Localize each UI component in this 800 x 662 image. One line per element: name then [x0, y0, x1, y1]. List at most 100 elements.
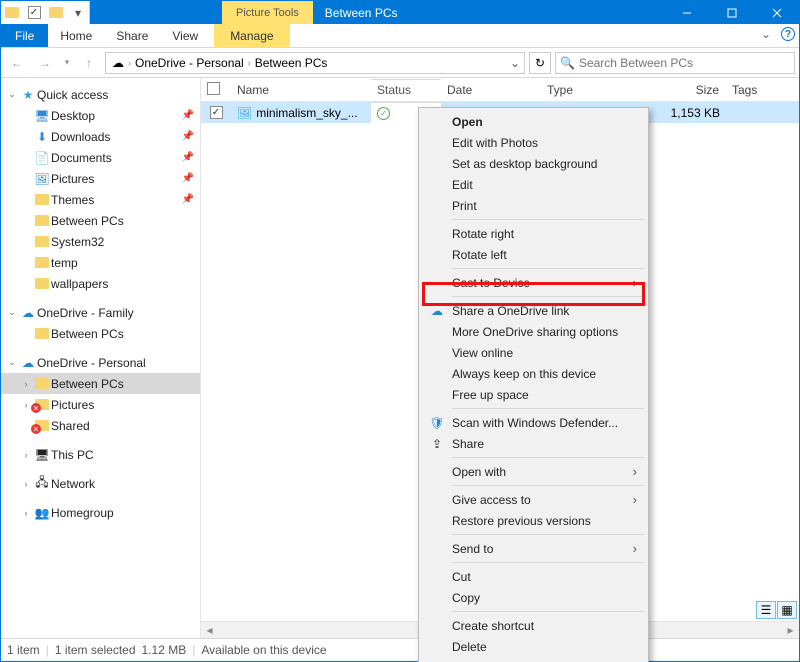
sidebar-item-pictures[interactable]: 🖼Pictures📌	[1, 168, 200, 189]
ctx-more-onedrive[interactable]: More OneDrive sharing options	[422, 321, 645, 342]
ctx-scan-defender[interactable]: 🛡Scan with Windows Defender...	[422, 412, 645, 433]
breadcrumb-onedrive[interactable]: OneDrive - Personal	[131, 56, 248, 70]
column-size[interactable]: Size	[651, 83, 726, 97]
ctx-open-with[interactable]: Open with	[422, 461, 645, 482]
onedrive-family-node[interactable]: ⌄☁OneDrive - Family	[1, 302, 200, 323]
ctx-restore[interactable]: Restore previous versions	[422, 510, 645, 531]
sidebar-item-temp[interactable]: temp	[1, 252, 200, 273]
sidebar-item-between-pcs-qa[interactable]: Between PCs	[1, 210, 200, 231]
details-view-button[interactable]: ☰	[756, 601, 776, 619]
sidebar-item-personal-pictures[interactable]: ›Pictures✕	[1, 394, 200, 415]
sidebar-item-downloads[interactable]: ⬇Downloads📌	[1, 126, 200, 147]
ctx-copy[interactable]: Copy	[422, 587, 645, 608]
ctx-rotate-right[interactable]: Rotate right	[422, 223, 645, 244]
titlebar: ▾ Picture Tools Between PCs	[1, 1, 799, 24]
ctx-print[interactable]: Print	[422, 195, 645, 216]
scroll-left-icon[interactable]: ◂	[201, 622, 218, 639]
sidebar-item-themes[interactable]: Themes📌	[1, 189, 200, 210]
onedrive-icon: ☁	[108, 56, 128, 70]
sidebar-item-family-between-pcs[interactable]: Between PCs	[1, 323, 200, 344]
tab-share[interactable]: Share	[104, 24, 160, 47]
column-checkbox[interactable]	[201, 82, 231, 98]
history-dropdown[interactable]: ▾	[61, 51, 73, 75]
ctx-send-to[interactable]: Send to	[422, 538, 645, 559]
ctx-always-keep[interactable]: Always keep on this device	[422, 363, 645, 384]
ctx-cast[interactable]: Cast to Device	[422, 272, 645, 293]
ctx-delete[interactable]: Delete	[422, 636, 645, 657]
icons-view-button[interactable]: ▦	[777, 601, 797, 619]
quick-access-node[interactable]: ⌄★Quick access	[1, 84, 200, 105]
row-checkbox[interactable]	[210, 106, 223, 119]
tab-manage[interactable]: Manage	[214, 24, 289, 47]
ctx-rotate-left[interactable]: Rotate left	[422, 244, 645, 265]
file-size: 1,153 KB	[651, 106, 726, 120]
back-button[interactable]: ←	[5, 51, 29, 75]
ctx-rename[interactable]: Rename	[422, 657, 645, 662]
picture-tools-tab[interactable]: Picture Tools	[222, 1, 313, 24]
ctx-open[interactable]: Open	[422, 111, 645, 132]
column-status[interactable]: Status	[371, 79, 441, 101]
breadcrumb-between-pcs[interactable]: Between PCs	[251, 56, 332, 70]
ctx-set-desktop[interactable]: Set as desktop background	[422, 153, 645, 174]
sidebar-item-personal-shared[interactable]: Shared✕	[1, 415, 200, 436]
search-input[interactable]	[579, 56, 790, 70]
sidebar-item-wallpapers[interactable]: wallpapers	[1, 273, 200, 294]
image-icon: 🖼	[237, 106, 252, 120]
search-box[interactable]: 🔍	[555, 52, 795, 74]
close-button[interactable]	[754, 1, 799, 24]
scroll-right-icon[interactable]: ▸	[782, 622, 799, 639]
ctx-view-online[interactable]: View online	[422, 342, 645, 363]
window-buttons	[664, 1, 799, 24]
sidebar-item-documents[interactable]: 📄Documents📌	[1, 147, 200, 168]
column-name[interactable]: Name	[231, 83, 371, 97]
help-icon[interactable]: ?	[781, 27, 795, 41]
share-icon: ⇪	[428, 437, 446, 451]
qat-dropdown[interactable]: ▾	[67, 1, 89, 24]
window-title: Between PCs	[313, 1, 664, 24]
properties-icon[interactable]	[23, 1, 45, 24]
ctx-create-shortcut[interactable]: Create shortcut	[422, 615, 645, 636]
tab-home[interactable]: Home	[48, 24, 104, 47]
ctx-free-up[interactable]: Free up space	[422, 384, 645, 405]
address-bar-row: ← → ▾ ↑ ☁ › OneDrive - Personal › Betwee…	[1, 48, 799, 78]
address-dropdown[interactable]: ⌄	[508, 53, 522, 73]
column-type[interactable]: Type	[541, 83, 651, 97]
quick-access-toolbar: ▾	[1, 1, 90, 24]
sync-status-icon: ✓	[377, 107, 390, 120]
up-button[interactable]: ↑	[77, 51, 101, 75]
column-date[interactable]: Date	[441, 83, 541, 97]
status-item-count: 1 item	[7, 643, 40, 657]
sidebar-item-desktop[interactable]: 🖥Desktop📌	[1, 105, 200, 126]
ctx-edit-photos[interactable]: Edit with Photos	[422, 132, 645, 153]
shield-icon: 🛡	[428, 416, 446, 430]
this-pc-node[interactable]: ›🖥This PC	[1, 444, 200, 465]
ctx-give-access[interactable]: Give access to	[422, 489, 645, 510]
new-folder-icon[interactable]	[45, 1, 67, 24]
folder-icon[interactable]	[1, 1, 23, 24]
forward-button[interactable]: →	[33, 51, 57, 75]
ctx-edit[interactable]: Edit	[422, 174, 645, 195]
sidebar-item-system32[interactable]: System32	[1, 231, 200, 252]
sidebar-item-personal-between-pcs[interactable]: ›Between PCs	[1, 373, 200, 394]
ribbon-tabs: File Home Share View Manage ⌄ ?	[1, 24, 799, 48]
ribbon-expand-icon[interactable]: ⌄	[761, 27, 771, 41]
ctx-share-onedrive[interactable]: ☁Share a OneDrive link	[422, 300, 645, 321]
navigation-pane[interactable]: ⌄★Quick access 🖥Desktop📌 ⬇Downloads📌 📄Do…	[1, 78, 201, 638]
status-size: 1.12 MB	[142, 643, 187, 657]
column-tags[interactable]: Tags	[726, 83, 799, 97]
file-tab[interactable]: File	[1, 24, 48, 47]
maximize-button[interactable]	[709, 1, 754, 24]
ctx-share[interactable]: ⇪Share	[422, 433, 645, 454]
network-node[interactable]: ›🖧Network	[1, 473, 200, 494]
onedrive-icon: ☁	[428, 304, 446, 318]
status-availability: Available on this device	[201, 643, 326, 657]
tab-view[interactable]: View	[160, 24, 210, 47]
address-bar[interactable]: ☁ › OneDrive - Personal › Between PCs ⌄	[105, 52, 525, 74]
onedrive-personal-node[interactable]: ⌄☁OneDrive - Personal	[1, 352, 200, 373]
column-headers[interactable]: Name Status Date Type Size Tags	[201, 78, 799, 102]
refresh-button[interactable]: ↻	[529, 52, 551, 74]
ctx-cut[interactable]: Cut	[422, 566, 645, 587]
minimize-button[interactable]	[664, 1, 709, 24]
context-menu: Open Edit with Photos Set as desktop bac…	[418, 107, 649, 662]
homegroup-node[interactable]: ›👥Homegroup	[1, 502, 200, 523]
